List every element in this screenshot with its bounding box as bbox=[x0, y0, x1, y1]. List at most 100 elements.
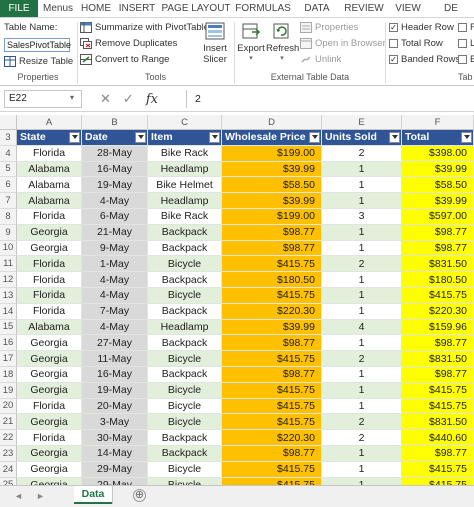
table-cell[interactable]: Florida bbox=[17, 209, 82, 225]
table-cell[interactable]: $415.75 bbox=[222, 398, 322, 415]
table-cell[interactable]: $98.77 bbox=[222, 367, 322, 383]
filter-dropdown-icon[interactable] bbox=[389, 131, 400, 143]
table-cell[interactable]: Headlamp bbox=[148, 161, 222, 178]
table-cell[interactable]: Alabama bbox=[17, 319, 82, 336]
table-cell[interactable]: $831.50 bbox=[402, 351, 474, 367]
sheet-tab-data[interactable]: Data bbox=[74, 486, 112, 504]
convert-to-range-button[interactable]: Convert to Range bbox=[80, 54, 169, 65]
row-header[interactable]: 22 bbox=[0, 430, 17, 446]
table-cell[interactable]: $98.77 bbox=[402, 446, 474, 462]
table-cell[interactable]: $58.50 bbox=[402, 177, 474, 194]
row-header[interactable]: 16 bbox=[0, 335, 17, 352]
table-cell[interactable]: 4-May bbox=[82, 193, 148, 209]
table-cell[interactable]: $39.99 bbox=[222, 193, 322, 209]
table-cell[interactable]: Backpack bbox=[148, 224, 222, 241]
table-cell[interactable]: Georgia bbox=[17, 224, 82, 241]
table-cell[interactable]: $440.60 bbox=[402, 430, 474, 446]
ribbon-tab-review[interactable]: REVIEW bbox=[340, 0, 388, 17]
table-cell[interactable]: Bicycle bbox=[148, 256, 222, 273]
table-cell[interactable]: $98.77 bbox=[222, 224, 322, 241]
table-cell[interactable]: 2 bbox=[322, 145, 402, 162]
table-cell[interactable]: Headlamp bbox=[148, 319, 222, 336]
filter-dropdown-icon[interactable] bbox=[309, 131, 320, 143]
table-cell[interactable]: 4-May bbox=[82, 319, 148, 336]
table-cell[interactable]: $398.00 bbox=[402, 145, 474, 162]
column-header-f[interactable]: F bbox=[402, 115, 474, 130]
table-cell[interactable]: Bicycle bbox=[148, 398, 222, 415]
table-cell[interactable]: 1 bbox=[322, 335, 402, 352]
row-header[interactable]: 24 bbox=[0, 461, 17, 478]
column-header-d[interactable]: D bbox=[222, 115, 322, 130]
row-header[interactable]: 12 bbox=[0, 272, 17, 288]
resize-table-button[interactable]: Resize Table bbox=[4, 56, 73, 67]
filter-dropdown-icon[interactable] bbox=[135, 131, 146, 143]
ribbon-tab-data[interactable]: DATA bbox=[294, 0, 340, 17]
table-cell[interactable]: Backpack bbox=[148, 240, 222, 257]
table-cell[interactable]: $415.75 bbox=[222, 351, 322, 367]
table-cell[interactable]: 1 bbox=[322, 382, 402, 399]
table-cell[interactable]: 1 bbox=[322, 461, 402, 478]
table-cell[interactable]: $98.77 bbox=[222, 240, 322, 257]
table-cell[interactable]: 2 bbox=[322, 414, 402, 431]
row-header[interactable]: 19 bbox=[0, 382, 17, 399]
row-header[interactable]: 14 bbox=[0, 303, 17, 320]
table-cell[interactable]: 20-May bbox=[82, 398, 148, 415]
table-cell[interactable]: 21-May bbox=[82, 224, 148, 241]
table-cell[interactable]: $415.75 bbox=[222, 477, 322, 485]
table-cell[interactable]: $98.77 bbox=[402, 335, 474, 352]
table-cell[interactable]: 1 bbox=[322, 367, 402, 383]
table-cell[interactable]: Georgia bbox=[17, 351, 82, 367]
table-cell[interactable]: 1 bbox=[322, 398, 402, 415]
row-header[interactable]: 18 bbox=[0, 367, 17, 383]
table-cell[interactable]: $98.77 bbox=[402, 224, 474, 241]
filter-dropdown-icon[interactable] bbox=[209, 131, 220, 143]
table-cell[interactable]: $98.77 bbox=[222, 335, 322, 352]
table-cell[interactable]: $159.96 bbox=[402, 319, 474, 336]
table-cell[interactable]: 1 bbox=[322, 240, 402, 257]
table-cell[interactable]: $39.99 bbox=[222, 319, 322, 336]
ribbon-tab-page-layout[interactable]: PAGE LAYOUT bbox=[160, 0, 232, 17]
table-cell[interactable]: Bike Rack bbox=[148, 145, 222, 162]
summarize-pivot-button[interactable]: Summarize with PivotTable bbox=[80, 22, 209, 33]
table-cell[interactable]: Georgia bbox=[17, 382, 82, 399]
table-header-cell[interactable]: Total bbox=[402, 130, 474, 146]
table-cell[interactable]: $180.50 bbox=[222, 272, 322, 288]
row-header[interactable]: 17 bbox=[0, 351, 17, 367]
table-cell[interactable]: $415.75 bbox=[222, 382, 322, 399]
name-box-dropdown-icon[interactable]: ▾ bbox=[70, 93, 74, 102]
row-header[interactable]: 10 bbox=[0, 240, 17, 257]
table-cell[interactable]: 14-May bbox=[82, 446, 148, 462]
table-cell[interactable]: 28-May bbox=[82, 145, 148, 162]
table-cell[interactable]: $220.30 bbox=[402, 303, 474, 320]
table-cell[interactable]: $415.75 bbox=[222, 256, 322, 273]
table-cell[interactable]: 19-May bbox=[82, 177, 148, 194]
cancel-icon[interactable]: ✕ bbox=[100, 91, 111, 107]
row-header[interactable]: 20 bbox=[0, 398, 17, 415]
table-cell[interactable]: $39.99 bbox=[222, 161, 322, 178]
table-cell[interactable]: 4 bbox=[322, 319, 402, 336]
table-cell[interactable]: 29-May bbox=[82, 477, 148, 485]
row-header[interactable]: 7 bbox=[0, 193, 17, 209]
table-cell[interactable]: 11-May bbox=[82, 351, 148, 367]
table-name-input[interactable]: SalesPivotTable bbox=[4, 38, 71, 52]
table-cell[interactable]: 1 bbox=[322, 272, 402, 288]
table-cell[interactable]: 1 bbox=[322, 224, 402, 241]
table-cell[interactable]: $58.50 bbox=[222, 177, 322, 194]
remove-duplicates-button[interactable]: Remove Duplicates bbox=[80, 38, 177, 49]
column-header-b[interactable]: B bbox=[82, 115, 148, 130]
table-cell[interactable]: $39.99 bbox=[402, 161, 474, 178]
row-header[interactable]: 3 bbox=[0, 130, 17, 146]
table-cell[interactable]: Georgia bbox=[17, 240, 82, 257]
table-cell[interactable]: 4-May bbox=[82, 288, 148, 304]
table-cell[interactable]: Florida bbox=[17, 256, 82, 273]
table-cell[interactable]: 2 bbox=[322, 351, 402, 367]
table-cell[interactable]: Backpack bbox=[148, 335, 222, 352]
table-cell[interactable]: Florida bbox=[17, 145, 82, 162]
table-cell[interactable]: $597.00 bbox=[402, 209, 474, 225]
table-cell[interactable]: $220.30 bbox=[222, 430, 322, 446]
table-cell[interactable]: $220.30 bbox=[222, 303, 322, 320]
table-cell[interactable]: Backpack bbox=[148, 303, 222, 320]
table-cell[interactable]: Georgia bbox=[17, 477, 82, 485]
table-cell[interactable]: Bicycle bbox=[148, 351, 222, 367]
enter-icon[interactable]: ✓ bbox=[123, 91, 134, 107]
